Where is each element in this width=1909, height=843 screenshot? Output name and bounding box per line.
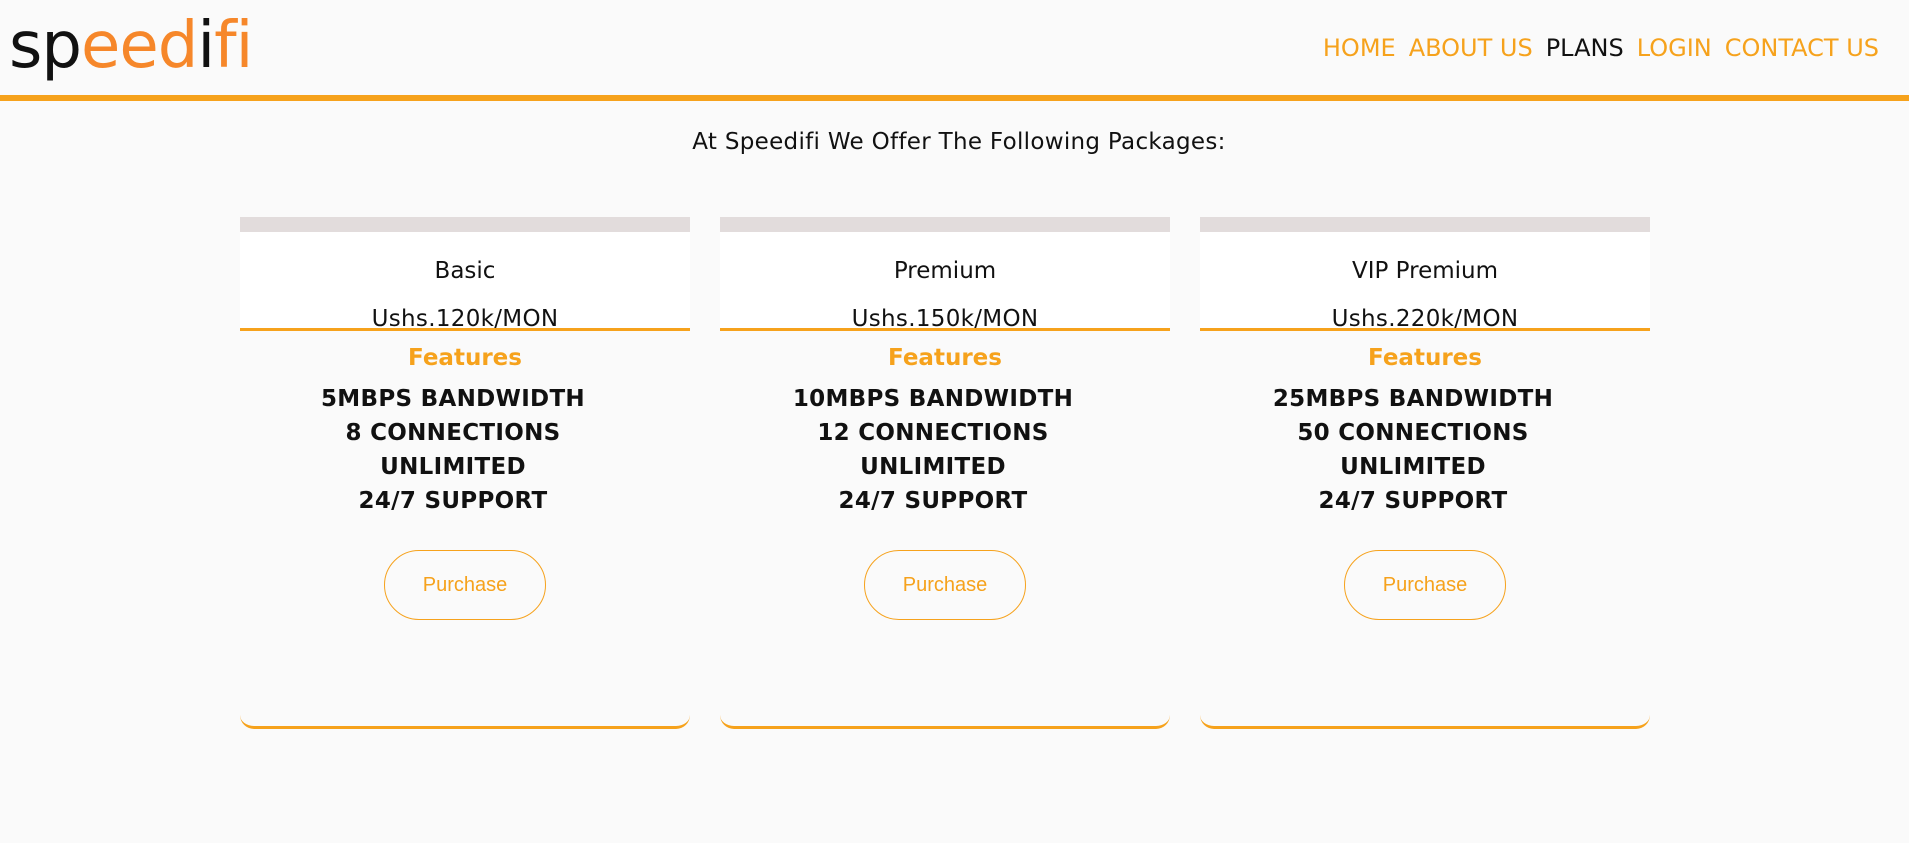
speedifi-logo[interactable]: speedifi <box>9 6 253 86</box>
feature-item: UNLIMITED <box>860 454 1006 480</box>
logo-part-i: i <box>197 9 215 83</box>
plan-name: Premium <box>893 258 997 284</box>
plan-card-header: Premium Ushs.150k/MON <box>720 232 1170 331</box>
feature-item: 24/7 SUPPORT <box>1318 488 1508 514</box>
main-nav: HOME ABOUT US PLANS LOGIN CONTACT US <box>1323 33 1879 63</box>
feature-item: 10MBPS BANDWIDTH <box>792 386 1074 412</box>
features-list: 10MBPS BANDWIDTH 12 CONNECTIONS UNLIMITE… <box>720 382 1170 518</box>
plan-price: Ushs.150k/MON <box>851 306 1039 332</box>
features-list: 25MBPS BANDWIDTH 50 CONNECTIONS UNLIMITE… <box>1200 382 1650 518</box>
nav-contact-us[interactable]: CONTACT US <box>1725 33 1879 63</box>
logo-part-sp: sp <box>9 9 82 83</box>
nav-plans[interactable]: PLANS <box>1546 33 1624 63</box>
plan-card-topbar <box>240 217 690 232</box>
features-title: Features <box>1368 345 1482 371</box>
plan-card-header: Basic Ushs.120k/MON <box>240 232 690 331</box>
purchase-button-vip-premium[interactable]: Purchase <box>1344 550 1506 620</box>
feature-item: 24/7 SUPPORT <box>358 488 548 514</box>
plan-card-topbar <box>720 217 1170 232</box>
features-title: Features <box>408 345 522 371</box>
plan-name: VIP Premium <box>1351 258 1499 284</box>
feature-item: 25MBPS BANDWIDTH <box>1272 386 1554 412</box>
logo-part-fi: fi <box>214 9 253 83</box>
nav-login[interactable]: LOGIN <box>1637 33 1712 63</box>
feature-item: 8 CONNECTIONS <box>345 420 561 446</box>
feature-item: 12 CONNECTIONS <box>817 420 1049 446</box>
feature-item: 50 CONNECTIONS <box>1297 420 1529 446</box>
plan-card-header: VIP Premium Ushs.220k/MON <box>1200 232 1650 331</box>
plan-card-premium: Premium Ushs.150k/MON Features 10MBPS BA… <box>720 217 1170 729</box>
feature-item: UNLIMITED <box>1340 454 1486 480</box>
plan-name: Basic <box>434 258 496 284</box>
nav-about-us[interactable]: ABOUT US <box>1409 33 1533 63</box>
features-title: Features <box>888 345 1002 371</box>
feature-item: 5MBPS BANDWIDTH <box>321 386 585 412</box>
plan-card-vip-premium: VIP Premium Ushs.220k/MON Features 25MBP… <box>1200 217 1650 729</box>
nav-home[interactable]: HOME <box>1323 33 1396 63</box>
plan-price: Ushs.220k/MON <box>1331 306 1519 332</box>
plan-price: Ushs.120k/MON <box>371 306 559 332</box>
purchase-button-premium[interactable]: Purchase <box>864 550 1026 620</box>
feature-item: UNLIMITED <box>380 454 526 480</box>
logo-part-eed: eed <box>80 9 198 83</box>
features-list: 5MBPS BANDWIDTH 8 CONNECTIONS UNLIMITED … <box>240 382 690 518</box>
plan-card-topbar <box>1200 217 1650 232</box>
packages-intro: At Speedifi We Offer The Following Packa… <box>692 129 1226 155</box>
feature-item: 24/7 SUPPORT <box>838 488 1028 514</box>
site-header: speedifi HOME ABOUT US PLANS LOGIN CONTA… <box>0 0 1909 101</box>
plan-card-basic: Basic Ushs.120k/MON Features 5MBPS BANDW… <box>240 217 690 729</box>
purchase-button-basic[interactable]: Purchase <box>384 550 546 620</box>
